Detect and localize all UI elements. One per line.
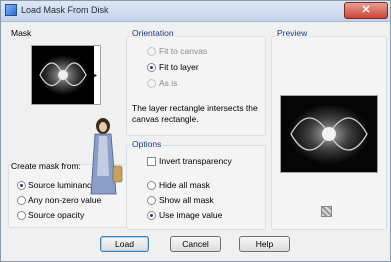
radio-show-all-mask[interactable] [147, 196, 156, 205]
create-mask-label: Create mask from: [11, 161, 81, 171]
close-button[interactable]: ✕ [344, 2, 388, 19]
label-use-image-value: Use image value [159, 210, 223, 220]
preview-label: Preview [275, 28, 310, 38]
label-show-all-mask: Show all mask [159, 195, 214, 205]
label-any-non-zero: Any non-zero value [28, 195, 102, 205]
label-fit-to-canvas: Fit to canvas [159, 46, 208, 56]
zoom-fit-icon[interactable] [321, 206, 332, 217]
mask-thumbnail[interactable] [31, 45, 95, 105]
radio-use-image-value[interactable] [147, 211, 156, 220]
label-invert-transparency: Invert transparency [159, 156, 232, 166]
decorative-figure [90, 118, 123, 195]
radio-as-is[interactable] [147, 79, 156, 88]
mask-dropdown-arrow[interactable]: ▸ [94, 45, 101, 105]
invert-transparency-checkbox[interactable] [147, 157, 156, 166]
options-label: Options [130, 139, 164, 149]
help-button[interactable]: Help [239, 236, 290, 252]
label-fit-to-layer: Fit to layer [159, 62, 199, 72]
radio-fit-to-canvas[interactable] [147, 47, 156, 56]
orientation-description: The layer rectangle intersects the canva… [132, 103, 258, 124]
radio-source-luminance[interactable] [17, 181, 26, 190]
radio-fit-to-layer[interactable] [147, 63, 156, 72]
radio-any-non-zero[interactable] [17, 196, 26, 205]
mask-label: Mask [11, 28, 32, 38]
preview-image [280, 95, 378, 173]
load-button[interactable]: Load [100, 236, 149, 252]
title-bar[interactable]: Load Mask From Disk ✕ [1, 1, 390, 22]
dialog-window: Load Mask From Disk ✕ Mask ▸ Orientation… [0, 0, 391, 262]
window-title: Load Mask From Disk [21, 5, 109, 15]
radio-source-opacity[interactable] [17, 211, 26, 220]
mask-thumbnail-image [39, 55, 87, 95]
label-hide-all-mask: Hide all mask [159, 180, 211, 190]
app-icon [5, 4, 17, 16]
label-as-is: As is [159, 78, 178, 88]
label-source-opacity: Source opacity [28, 210, 85, 220]
cancel-button[interactable]: Cancel [170, 236, 221, 252]
orientation-label: Orientation [130, 28, 176, 38]
radio-hide-all-mask[interactable] [147, 181, 156, 190]
